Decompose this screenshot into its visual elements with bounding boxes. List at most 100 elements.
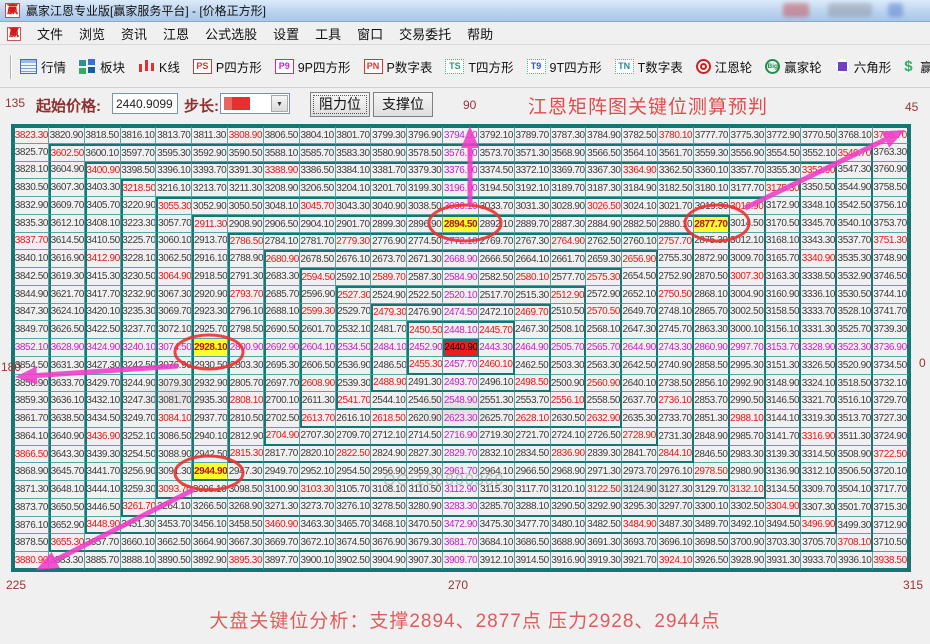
grid-cell: 3868.90 (13, 463, 49, 481)
angle-label-135: 135 (5, 96, 25, 110)
toolbar-item-0[interactable]: 行情 (20, 57, 66, 76)
menu-item-8[interactable]: 交易委托 (391, 22, 459, 45)
grid-cell: 3144.10 (766, 410, 802, 428)
menu-item-7[interactable]: 窗口 (349, 22, 391, 45)
grid-cell-center: 2440.90 (443, 339, 479, 357)
grid-cell: 2721.70 (515, 428, 551, 446)
grid-cell: 3492.10 (730, 517, 766, 535)
grid-cell: 2678.50 (300, 250, 336, 268)
grid-cell: 3331.30 (801, 321, 837, 339)
grid-cell: 3900.10 (300, 552, 336, 570)
grid-cell: 3760.90 (873, 162, 909, 180)
toolbar-item-8[interactable]: TNT数字表 (615, 57, 683, 76)
grid-cell: 3038.50 (407, 197, 443, 215)
toolbar-item-5[interactable]: PNP数字表 (364, 57, 433, 76)
start-price-input[interactable] (112, 93, 178, 114)
grid-cell: 3813.70 (156, 126, 192, 144)
menu-item-5[interactable]: 设置 (265, 22, 307, 45)
grid-cell: 2534.50 (336, 339, 372, 357)
toolbar-item-3[interactable]: PSP四方形 (193, 57, 262, 76)
step-dropdown[interactable]: ▼ (220, 93, 290, 114)
grid-cell: 2582.50 (479, 268, 515, 286)
grid-cell: 2887.30 (551, 215, 587, 233)
menu-item-9[interactable]: 帮助 (459, 22, 501, 45)
toolbar-label-7: 9T四方形 (550, 57, 602, 76)
grid-cell: 3926.50 (694, 552, 730, 570)
support-button[interactable]: 支撑位 (373, 92, 433, 117)
menu-item-0[interactable]: 文件 (29, 22, 71, 45)
grid-cell: 2491.30 (407, 375, 443, 393)
grid-cell: 2776.90 (371, 233, 407, 251)
grid-cell: 2577.70 (551, 268, 587, 286)
grid-cell: 3254.50 (121, 446, 157, 464)
grid-cell: 3895.30 (228, 552, 264, 570)
grid-cell: 3907.30 (407, 552, 443, 570)
grid-cell: 3192.10 (515, 179, 551, 197)
grid-cell: 2841.70 (622, 446, 658, 464)
window-button-blurred-icon[interactable] (783, 3, 809, 17)
menu-item-3[interactable]: 江恩 (155, 22, 197, 45)
toolbar-item-6[interactable]: TST四方形 (445, 57, 513, 76)
grid-cell: 2592.10 (336, 268, 372, 286)
grid-cell: 3266.50 (192, 499, 228, 517)
grid-cell: 3256.90 (121, 463, 157, 481)
grid-cell: 3105.70 (336, 481, 372, 499)
resistance-button[interactable]: 阻力位 (310, 92, 370, 117)
toolbar-item-1[interactable]: 板块 (79, 57, 125, 76)
grid-cell: 3494.50 (766, 517, 802, 535)
grid-cell: 2644.90 (622, 339, 658, 357)
toolbar-item-9[interactable]: 江恩轮 (696, 57, 753, 76)
grid-cell: 3388.90 (264, 162, 300, 180)
grid-cell: 2443.30 (479, 339, 515, 357)
grid-cell: 3348.10 (801, 197, 837, 215)
toolbar-item-11[interactable]: 六角形 (835, 57, 892, 76)
grid-cell: 3804.10 (300, 126, 336, 144)
grid-cell: 3098.50 (228, 481, 264, 499)
grid-cell: 2966.50 (515, 463, 551, 481)
grid-cell: 3482.50 (586, 517, 622, 535)
watermark-blob (400, 390, 510, 430)
grid-cell: 3096.10 (192, 481, 228, 499)
toolbar-item-7[interactable]: T99T四方形 (527, 57, 602, 76)
grid-cell: 3148.90 (766, 375, 802, 393)
grid-cell: 3787.30 (551, 126, 587, 144)
badge-icon: TS (445, 59, 464, 74)
toolbar-item-4[interactable]: P99P四方形 (275, 57, 351, 76)
grid-cell: 3391.30 (228, 162, 264, 180)
grid-cell: 3816.10 (121, 126, 157, 144)
chevron-down-icon[interactable]: ▼ (271, 95, 288, 112)
grid-cell: 3376.90 (443, 162, 479, 180)
toolbar-item-12[interactable]: $赢家服务 (904, 57, 930, 76)
grid-cell: 2815.30 (228, 446, 264, 464)
grid-cell: 2529.70 (336, 304, 372, 322)
grid-cell: 3520.90 (837, 357, 873, 375)
grid-cell: 3588.10 (264, 144, 300, 162)
grid-cell: 3607.30 (49, 179, 85, 197)
grid-cell: 2860.90 (694, 339, 730, 357)
toolbar-item-2[interactable]: K线 (138, 57, 180, 76)
grid-cell: 3660.10 (121, 534, 157, 552)
window-help-blurred-icon[interactable] (888, 3, 903, 17)
grid-cell: 3218.50 (121, 179, 157, 197)
grid-cell: 3139.30 (766, 446, 802, 464)
grid-cell: 2510.50 (551, 304, 587, 322)
window-minmax-blurred-icon[interactable] (828, 3, 872, 17)
grid-cell: 3820.90 (49, 126, 85, 144)
grid-cell: 3612.10 (49, 215, 85, 233)
grid-cell: 2714.50 (407, 428, 443, 446)
grid-cell: 2474.50 (443, 304, 479, 322)
grid-cell: 2755.30 (658, 250, 694, 268)
grid-cell: 2640.10 (622, 375, 658, 393)
grid-cell: 3535.30 (837, 250, 873, 268)
menu-item-6[interactable]: 工具 (307, 22, 349, 45)
menu-item-2[interactable]: 资讯 (113, 22, 155, 45)
grid-cell: 3736.90 (873, 339, 909, 357)
grid-cell: 3645.70 (49, 463, 85, 481)
grid-cell: 3883.30 (49, 552, 85, 570)
menu-item-1[interactable]: 浏览 (71, 22, 113, 45)
grid-cell: 2791.30 (228, 268, 264, 286)
toolbar-item-10[interactable]: Big赢家轮 (765, 57, 822, 76)
grid-cell: 3031.30 (515, 197, 551, 215)
menu-item-4[interactable]: 公式选股 (197, 22, 265, 45)
grid-cell: 2503.30 (551, 357, 587, 375)
